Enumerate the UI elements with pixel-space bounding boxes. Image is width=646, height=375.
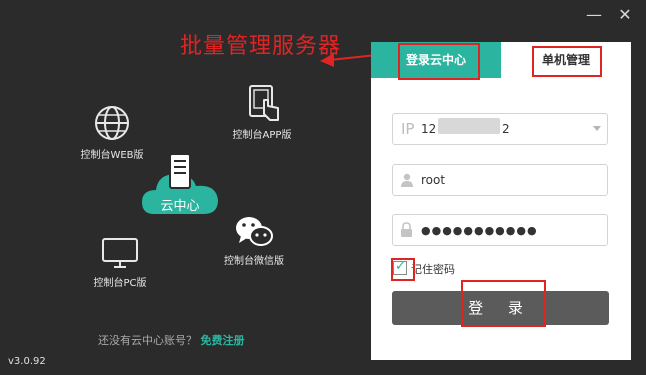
login-button[interactable]: 登 录 (392, 291, 609, 325)
ip-select[interactable]: IP 2 (392, 113, 608, 145)
globe-icon (95, 106, 129, 140)
monitor-icon (102, 238, 138, 268)
annotation-title: 批量管理服务器 (180, 34, 342, 59)
console-pc-label: 控制台PC版 (93, 278, 147, 289)
close-button[interactable]: ✕ (614, 6, 636, 24)
console-pc-item[interactable]: 控制台PC版 (80, 236, 160, 289)
register-prompt: 还没有云中心账号？ (98, 334, 197, 347)
password-input[interactable] (421, 220, 591, 240)
username-input[interactable] (421, 170, 591, 190)
remember-checkbox[interactable]: ✓ (393, 259, 407, 275)
ip-redacted-block (438, 118, 500, 134)
cloud-center-label: 云中心 (160, 199, 200, 214)
console-app-item[interactable]: 控制台APP版 (222, 84, 302, 141)
tablet-touch-icon (249, 85, 279, 121)
register-row: 还没有云中心账号？ 免费注册 (98, 332, 245, 348)
user-icon (400, 165, 414, 195)
username-field[interactable] (392, 164, 608, 196)
tab-standalone[interactable]: 单机管理 (501, 42, 631, 78)
console-web-label: 控制台WEB版 (80, 150, 144, 161)
version-label: v3.0.92 (8, 356, 46, 367)
wechat-icon (236, 217, 273, 246)
remember-label: 记住密码 (411, 263, 455, 276)
chevron-down-icon[interactable] (593, 126, 601, 131)
console-wechat-label: 控制台微信版 (224, 256, 284, 267)
register-link[interactable]: 免费注册 (201, 334, 245, 347)
console-wechat-item[interactable]: 控制台微信版 (214, 214, 294, 267)
app-window: — ✕ 批量管理服务器 控制台WEB版 控制台APP版 控制台微信版 控制台PC… (0, 0, 646, 375)
ip-suffix: 2 (502, 122, 510, 136)
tab-cloud-login[interactable]: 登录云中心 (371, 42, 501, 78)
lock-icon (400, 215, 413, 245)
password-field[interactable] (392, 214, 608, 246)
minimize-button[interactable]: — (583, 6, 605, 24)
check-icon: ✓ (395, 259, 406, 274)
console-app-label: 控制台APP版 (232, 130, 292, 141)
ip-prefix-label: IP (401, 120, 415, 138)
